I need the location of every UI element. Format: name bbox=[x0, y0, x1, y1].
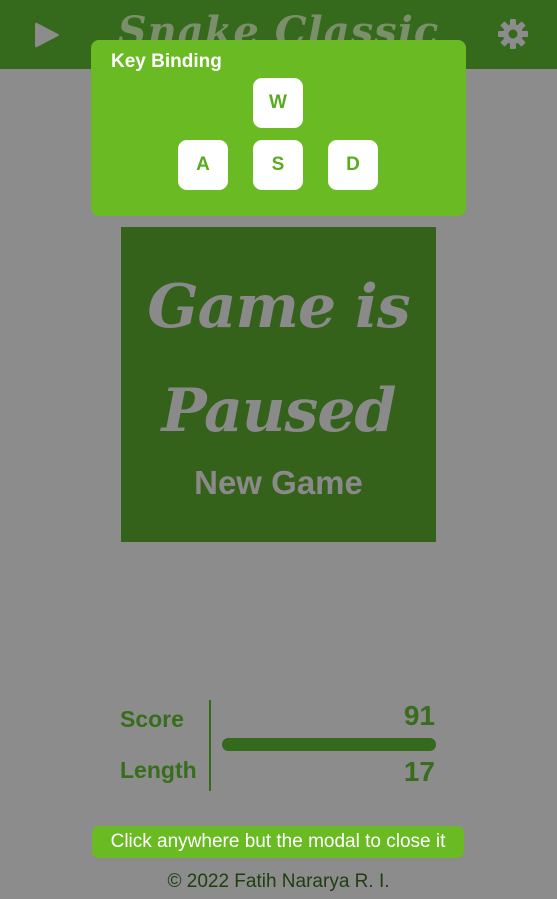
progress-bar-fill bbox=[222, 738, 436, 751]
progress-bar bbox=[222, 738, 436, 751]
game-board[interactable]: Game is Paused New Game bbox=[121, 227, 436, 542]
new-game-button[interactable]: New Game bbox=[121, 464, 436, 502]
paused-status: Game is Paused bbox=[147, 272, 410, 446]
length-value: 17 bbox=[403, 756, 435, 787]
key-down-s[interactable]: S bbox=[253, 140, 303, 190]
stats-divider bbox=[209, 700, 211, 791]
length-label: Length bbox=[120, 757, 197, 783]
key-binding-modal: Key Binding W A S D bbox=[91, 40, 466, 216]
footer-copyright: © 2022 Fatih Nararya R. I. bbox=[167, 871, 390, 892]
modal-title: Key Binding bbox=[111, 51, 222, 72]
key-left-a[interactable]: A bbox=[178, 140, 228, 190]
key-right-d[interactable]: D bbox=[328, 140, 378, 190]
key-up-w[interactable]: W bbox=[253, 78, 303, 128]
score-label: Score bbox=[120, 706, 184, 732]
close-hint-toast: Click anywhere but the modal to close it bbox=[92, 826, 464, 858]
score-value: 91 bbox=[403, 700, 435, 731]
gear-icon[interactable] bbox=[497, 18, 529, 50]
